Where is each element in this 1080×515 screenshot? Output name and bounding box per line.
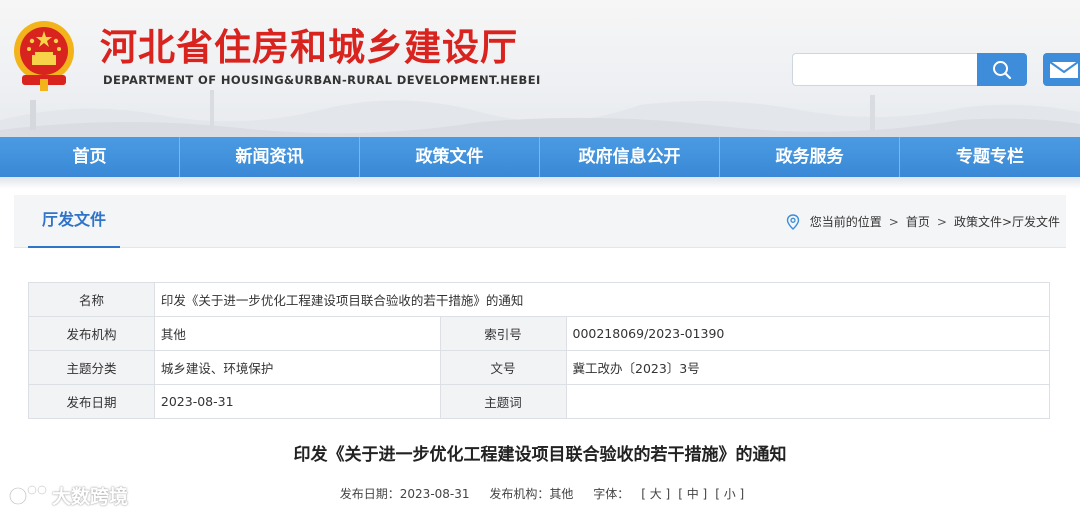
org-value: 其他	[153, 316, 441, 351]
table-row: 主题分类 城乡建设、环境保护 文号 冀工改办〔2023〕3号	[28, 350, 1050, 385]
nav-item-services[interactable]: 政务服务	[720, 137, 900, 177]
article-meta: 发布日期：2023-08-31 发布机构：其他 字体： [ 大 ] [ 中 ] [ 小…	[0, 485, 1080, 502]
mail-button[interactable]	[1043, 53, 1080, 86]
date-label: 发布日期	[28, 384, 155, 419]
breadcrumb-location-label: 您当前的位置	[809, 214, 882, 229]
index-label: 索引号	[439, 316, 567, 351]
main-nav: 首页 新闻资讯 政策文件 政府信息公开 政务服务 专题专栏	[0, 137, 1080, 177]
date-value: 2023-08-31	[153, 384, 441, 419]
section-bar: 厅发文件 您当前的位置 > 首页 > 政策文件>厅发文件	[14, 195, 1066, 248]
doc-number-label: 文号	[439, 350, 567, 385]
breadcrumb-home-link[interactable]: 首页	[906, 197, 930, 247]
font-size-medium-button[interactable]: [ 中 ]	[678, 487, 707, 501]
nav-shadow	[0, 177, 1080, 189]
nav-item-home[interactable]: 首页	[0, 137, 180, 177]
watermark-logo-icon	[8, 485, 47, 506]
section-title: 厅发文件	[28, 195, 121, 248]
document-meta-table: 名称 印发《关于进一步优化工程建设项目联合验收的若干措施》的通知 发布机构 其他…	[28, 282, 1051, 419]
name-value: 印发《关于进一步优化工程建设项目联合验收的若干措施》的通知	[153, 282, 1051, 317]
org-label: 发布机构	[28, 316, 155, 351]
doc-number-value: 冀工改办〔2023〕3号	[565, 350, 1050, 385]
index-value: 000218069/2023-01390	[565, 316, 1050, 351]
site-title: 河北省住房和城乡建设厅	[100, 26, 518, 69]
font-size-label: 字体：	[593, 487, 630, 501]
national-emblem-icon	[14, 21, 74, 91]
article-title: 印发《关于进一步优化工程建设项目联合验收的若干措施》的通知	[293, 445, 787, 465]
breadcrumb-path-link[interactable]: 政策文件>厅发文件	[954, 197, 1060, 247]
watermark-text: 大数跨境	[52, 485, 129, 508]
breadcrumb-separator: >	[936, 214, 947, 229]
nav-item-policy[interactable]: 政策文件	[360, 137, 540, 177]
category-value: 城乡建设、环境保护	[153, 350, 441, 385]
site-subtitle: DEPARTMENT OF HOUSING&URBAN-RURAL DEVELO…	[103, 73, 541, 87]
category-label: 主题分类	[28, 350, 155, 385]
table-row: 发布日期 2023-08-31 主题词	[28, 384, 1050, 419]
name-label: 名称	[28, 282, 155, 317]
watermark: 大数跨境	[8, 480, 128, 510]
font-size-small-button[interactable]: [ 小 ]	[715, 487, 744, 501]
breadcrumb: 您当前的位置 > 首页 > 政策文件>厅发文件	[786, 195, 1060, 248]
page: 河北省住房和城乡建设厅 DEPARTMENT OF HOUSING&URBAN-…	[0, 0, 1080, 515]
location-pin-icon	[786, 213, 799, 230]
breadcrumb-separator: >	[888, 214, 899, 229]
search-input[interactable]	[792, 53, 977, 86]
nav-item-topics[interactable]: 专题专栏	[900, 137, 1080, 177]
table-row: 名称 印发《关于进一步优化工程建设项目联合验收的若干措施》的通知	[28, 282, 1051, 317]
mail-icon	[1049, 61, 1079, 78]
search-button[interactable]	[977, 53, 1027, 86]
nav-item-news[interactable]: 新闻资讯	[180, 137, 360, 177]
search-icon	[993, 61, 1012, 80]
keyword-value	[565, 384, 1050, 419]
article-org: 发布机构：其他	[489, 487, 574, 501]
article-date: 发布日期：2023-08-31	[339, 487, 470, 501]
keyword-label: 主题词	[439, 384, 567, 419]
nav-item-gov-info[interactable]: 政府信息公开	[540, 137, 720, 177]
site-header: 河北省住房和城乡建设厅 DEPARTMENT OF HOUSING&URBAN-…	[0, 0, 1080, 137]
table-row: 发布机构 其他 索引号 000218069/2023-01390	[28, 316, 1050, 351]
font-size-large-button[interactable]: [ 大 ]	[641, 487, 670, 501]
